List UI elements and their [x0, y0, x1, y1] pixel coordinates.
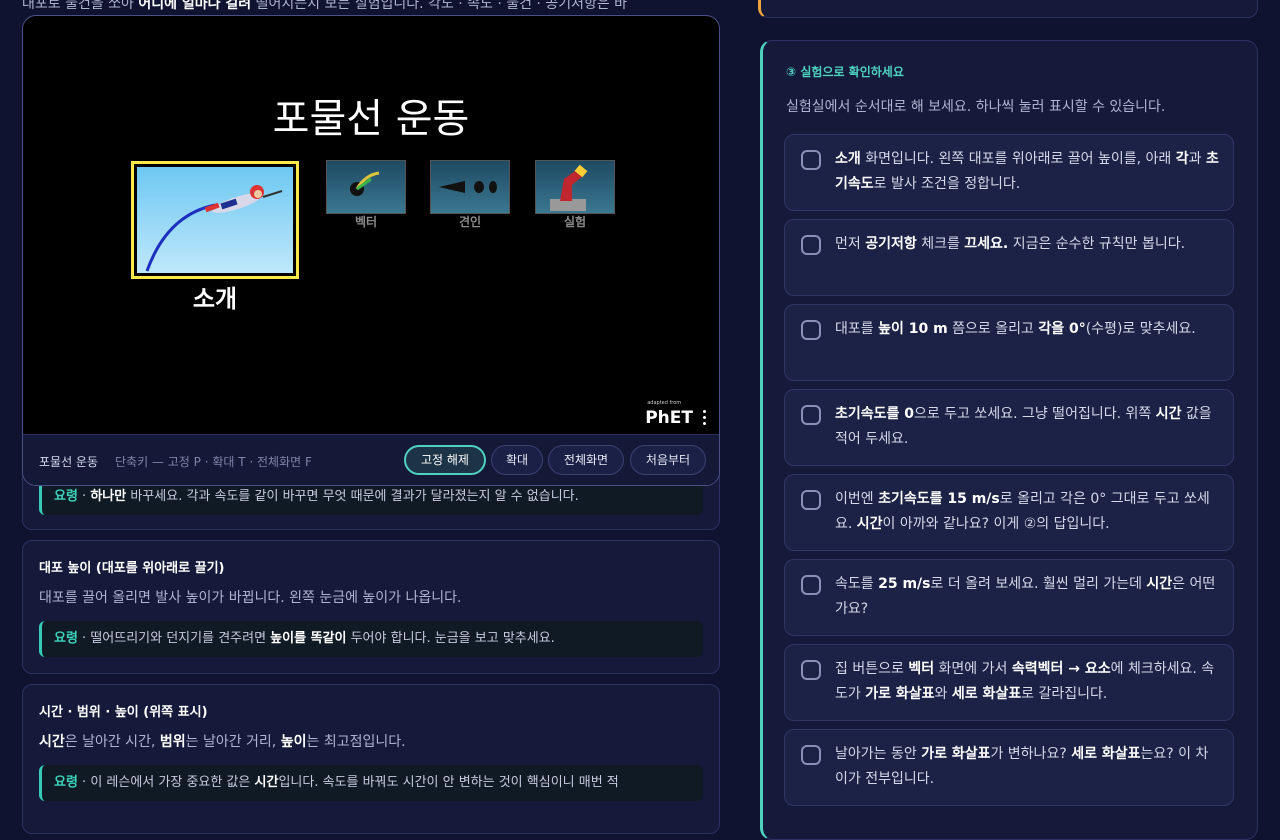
card-desc: 대포를 끌어 올리면 발사 높이가 바뀝니다. 왼쪽 눈금에 높이가 나옵니다. [39, 590, 462, 606]
step-text: 대포를 높이 10 m 쯤으로 올리고 각을 0°(수평)로 맞추세요. [835, 321, 1196, 337]
panel-title: ③ 실험으로 확인하세요 [786, 65, 904, 79]
time-range-height-card: 시간 · 범위 · 높이 (위쪽 표시) 시간은 날아간 시간, 범위는 날아간… [22, 684, 720, 834]
step-text: 속도를 25 m/s로 더 올려 보세요. 훨씬 멀리 가는데 시간은 어떤가요… [835, 576, 1216, 617]
fullscreen-button[interactable]: 전체화면 [548, 445, 624, 475]
sim-name: 포물선 운동 [39, 455, 99, 469]
card-title: 시간 · 범위 · 높이 (위쪽 표시) [39, 705, 208, 720]
checklist-item[interactable]: 대포를 높이 10 m 쯤으로 올리고 각을 0°(수평)로 맞추세요. [784, 304, 1234, 381]
tip-box: 요령 · 이 레슨에서 가장 중요한 값은 시간입니다. 속도를 바꿔도 시간이… [39, 765, 703, 801]
screen-intro-label: 소개 [192, 285, 238, 313]
step-text: 초기속도를 0으로 두고 쏘세요. 그냥 떨어집니다. 위쪽 시간 값을 적어 … [835, 406, 1212, 447]
cannon-height-card: 대포 높이 (대포를 위아래로 끌기) 대포를 끌어 올리면 발사 높이가 바뀝… [22, 540, 720, 674]
panel-desc: 실험실에서 순서대로 해 보세요. 하나씩 눌러 표시할 수 있습니다. [786, 99, 1166, 115]
sim-title: 포물선 운동 [272, 96, 470, 142]
step-text: 이번엔 초기속도를 15 m/s로 올리고 각은 0° 그대로 두고 쏘세요. … [835, 491, 1210, 532]
checkbox[interactable] [801, 575, 821, 595]
screen-lab-button[interactable] [535, 160, 615, 214]
tip-box: 요령 · 떨어뜨리기와 던지기를 견주려면 높이를 똑같이 두어야 합니다. 눈… [39, 621, 703, 657]
screen-drag-button[interactable] [430, 160, 510, 214]
checklist-item[interactable]: 집 버튼으로 벡터 화면에 가서 속력벡터 → 요소에 체크하세요. 속도가 가… [784, 644, 1234, 721]
checklist-item[interactable]: 초기속도를 0으로 두고 쏘세요. 그냥 떨어집니다. 위쪽 시간 값을 적어 … [784, 389, 1234, 466]
card-title: 대포 높이 (대포를 위아래로 끌기) [39, 561, 225, 576]
vectors-icon [350, 171, 380, 196]
checkbox[interactable] [801, 320, 821, 340]
checklist-item[interactable]: 이번엔 초기속도를 15 m/s로 올리고 각은 0° 그대로 두고 쏘세요. … [784, 474, 1234, 551]
screen-lab-label: 실험 [563, 215, 587, 229]
sim-toolbar: 포물선 운동 단축키 — 고정 P · 확대 T · 전체화면 F 고정 해제 … [23, 434, 719, 485]
cannon-icon [550, 164, 588, 211]
checklist-item[interactable]: 먼저 공기저항 체크를 끄세요. 지금은 순수한 규칙만 봅니다. [784, 219, 1234, 296]
checklist-item[interactable]: 날아가는 동안 가로 화살표가 변하나요? 세로 화살표는요? 이 차이가 전부… [784, 729, 1234, 806]
checkbox[interactable] [801, 490, 821, 510]
step-text: 먼저 공기저항 체크를 끄세요. 지금은 순수한 규칙만 봅니다. [835, 236, 1186, 252]
unpin-button[interactable]: 고정 해제 [404, 445, 486, 475]
screen-vectors-label: 벡터 [354, 215, 378, 229]
previous-section-card [758, 0, 1258, 18]
intro-thumbnail [137, 167, 293, 273]
checklist-item[interactable]: 속도를 25 m/s로 더 올려 보세요. 훨씬 멀리 가는데 시간은 어떤가요… [784, 559, 1234, 636]
step-text: 소개 화면입니다. 왼쪽 대포를 위아래로 끌어 높이를, 아래 각과 초기속도… [835, 151, 1219, 192]
phet-logo[interactable]: adapted from PhET [645, 400, 693, 428]
more-options-icon[interactable] [703, 410, 707, 428]
intro-text: 대포로 물건을 쏘아 어디에 얼마나 걸려 떨어지는지 보는 실험입니다. 각도… [22, 0, 628, 12]
phet-simulation[interactable]: 포물선 운동 소개 벡터 견인 실험 adapted from PhET 포물선… [22, 15, 720, 486]
checkbox[interactable] [801, 150, 821, 170]
screen-drag-label: 견인 [458, 215, 482, 229]
checkbox[interactable] [801, 660, 821, 680]
screen-intro-button[interactable] [131, 161, 299, 279]
drag-shapes-icon [439, 181, 497, 193]
checklist-item[interactable]: 소개 화면입니다. 왼쪽 대포를 위아래로 끌어 높이를, 아래 각과 초기속도… [784, 134, 1234, 211]
shortcut-hint: 단축키 — 고정 P · 확대 T · 전체화면 F [115, 455, 312, 469]
restart-button[interactable]: 처음부터 [630, 445, 706, 475]
screen-vectors-button[interactable] [326, 160, 406, 214]
checkbox[interactable] [801, 405, 821, 425]
checkbox[interactable] [801, 745, 821, 765]
human-cannonball-icon [145, 185, 283, 272]
step-text: 집 버튼으로 벡터 화면에 가서 속력벡터 → 요소에 체크하세요. 속도가 가… [835, 661, 1215, 702]
checkbox[interactable] [801, 235, 821, 255]
zoom-button[interactable]: 확대 [491, 445, 543, 475]
step-text: 날아가는 동안 가로 화살표가 변하나요? 세로 화살표는요? 이 차이가 전부… [835, 746, 1209, 787]
card-desc: 시간은 날아간 시간, 범위는 날아간 거리, 높이는 최고점입니다. [39, 734, 406, 750]
